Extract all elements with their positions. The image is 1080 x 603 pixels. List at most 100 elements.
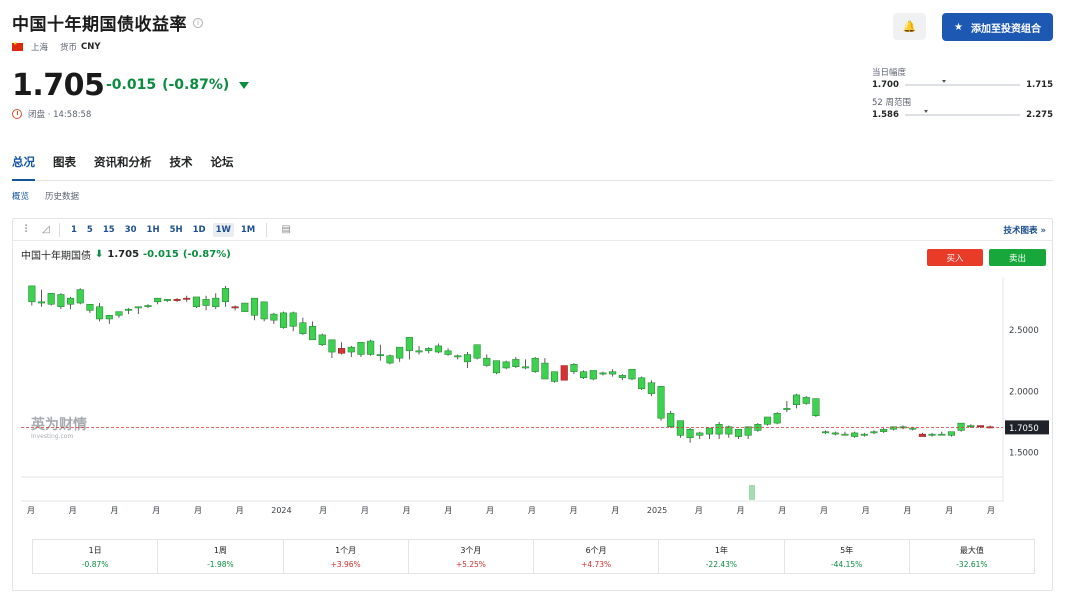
x-tick-label: 月 bbox=[695, 506, 703, 515]
candle-body bbox=[870, 431, 878, 434]
candle-body bbox=[512, 359, 520, 368]
currency-code: CNY bbox=[81, 42, 101, 52]
timeframe-1w[interactable]: 1W bbox=[212, 222, 234, 237]
performance-cell: 3个月 +5.25% bbox=[409, 540, 534, 573]
candle-body bbox=[541, 362, 549, 380]
x-tick-label: 月 bbox=[528, 506, 536, 515]
candle-body bbox=[686, 428, 694, 439]
x-tick-label: 月 bbox=[737, 506, 745, 515]
timeframe-15[interactable]: 15 bbox=[100, 223, 118, 237]
timeframe-1m[interactable]: 1M bbox=[238, 223, 258, 237]
candle-body bbox=[163, 299, 171, 301]
candle-body bbox=[521, 366, 530, 369]
candle-body bbox=[502, 361, 510, 369]
performance-value: -1.98% bbox=[207, 559, 234, 569]
exchange-location: 上海 bbox=[31, 43, 49, 53]
candle-body bbox=[260, 301, 268, 320]
candle-body bbox=[183, 297, 191, 300]
candle-body bbox=[570, 364, 578, 372]
performance-value: -22.43% bbox=[705, 559, 738, 569]
candle-body bbox=[144, 305, 152, 307]
candle-body bbox=[37, 301, 46, 304]
candle-body bbox=[763, 416, 772, 425]
area-chart-icon[interactable]: ◿ bbox=[39, 224, 53, 236]
x-tick-label: 月 bbox=[403, 506, 411, 515]
x-tick-label: 2025 bbox=[647, 506, 667, 515]
x-tick-label: 月 bbox=[778, 506, 786, 515]
day-range-high: 1.715 bbox=[1026, 80, 1053, 90]
sell-button[interactable]: 卖出 bbox=[989, 249, 1046, 266]
candle-body bbox=[947, 431, 955, 436]
tab-technical[interactable]: 技术 bbox=[170, 154, 193, 180]
performance-value: +3.96% bbox=[330, 559, 361, 569]
performance-value: +5.25% bbox=[455, 559, 486, 569]
candle-body bbox=[734, 428, 743, 437]
subtab-historical-data[interactable]: 历史数据 bbox=[45, 190, 79, 202]
candle-body bbox=[212, 297, 220, 307]
candle-body bbox=[831, 432, 839, 435]
candle-body bbox=[773, 413, 781, 424]
candle-body bbox=[357, 342, 365, 355]
candle-body bbox=[551, 371, 559, 382]
tab-news-analysis[interactable]: 资讯和分析 bbox=[94, 154, 152, 180]
day-range-low: 1.700 bbox=[872, 80, 899, 90]
title-row: 中国十年期国债收益率 i bbox=[12, 10, 203, 35]
candlestick-chart[interactable]: 英为财情Investing.com 2.5000 2.0000 1.5000 1.705… bbox=[13, 277, 1052, 517]
legend-change-pct: (-0.87%) bbox=[182, 249, 231, 260]
x-tick-label: 月 bbox=[319, 506, 327, 515]
candle-body bbox=[86, 304, 94, 311]
candle-body bbox=[299, 322, 307, 334]
timeframe-5[interactable]: 5 bbox=[84, 223, 96, 237]
timeframe-1d[interactable]: 1D bbox=[190, 223, 209, 237]
main-tabs: 总况 图表 资讯和分析 技术 论坛 bbox=[12, 154, 1053, 181]
tab-chart[interactable]: 图表 bbox=[53, 154, 76, 180]
add-to-portfolio-button[interactable]: ★ 添加至投资组合 bbox=[942, 13, 1053, 41]
candle-body bbox=[860, 433, 868, 436]
technical-chart-link[interactable]: 技术图表 » bbox=[1004, 224, 1046, 236]
timeframe-list: 1 5 15 30 1H 5H 1D 1W 1M bbox=[66, 222, 260, 237]
candle-body bbox=[328, 339, 336, 353]
timeframe-1[interactable]: 1 bbox=[68, 223, 80, 237]
table-icon[interactable]: ▤ bbox=[279, 224, 293, 236]
candle-body bbox=[880, 428, 888, 432]
sub-tabs: 概览 历史数据 bbox=[12, 190, 79, 202]
alert-button[interactable]: 🔔 bbox=[893, 13, 926, 40]
candle-body bbox=[289, 312, 297, 327]
bell-plus-icon: 🔔 bbox=[902, 20, 917, 33]
candle-body bbox=[560, 365, 568, 381]
x-tick-label: 月 bbox=[152, 506, 160, 515]
performance-cell: 5年 -44.15% bbox=[785, 540, 910, 573]
candle-body bbox=[405, 337, 413, 352]
timeframe-1h[interactable]: 1H bbox=[144, 223, 163, 237]
x-tick-label: 月 bbox=[611, 506, 619, 515]
performance-period: 最大值 bbox=[959, 545, 984, 555]
change-value: -0.015 bbox=[106, 77, 157, 93]
watermark-brand: 英为财情 bbox=[30, 416, 87, 433]
candle-body bbox=[928, 433, 936, 436]
performance-cell: 1日 -0.87% bbox=[33, 540, 159, 573]
subtab-overview[interactable]: 概览 bbox=[12, 190, 29, 202]
day-range-marker bbox=[941, 80, 946, 83]
candle-body bbox=[105, 315, 113, 320]
candle-body bbox=[125, 308, 133, 311]
candle-body bbox=[589, 370, 597, 380]
info-icon[interactable]: i bbox=[193, 17, 203, 28]
tab-forum[interactable]: 论坛 bbox=[211, 154, 234, 180]
candle-body bbox=[938, 433, 946, 436]
timeframe-5h[interactable]: 5H bbox=[167, 223, 186, 237]
legend-change: -0.015 bbox=[143, 249, 179, 260]
candle-body bbox=[599, 372, 607, 375]
candlestick-icon[interactable]: ⫶ bbox=[19, 224, 33, 236]
change-percent: (-0.87%) bbox=[162, 77, 230, 93]
timeframe-30[interactable]: 30 bbox=[122, 223, 140, 237]
candle-body bbox=[67, 297, 75, 305]
candle-body bbox=[909, 427, 917, 430]
candle-body bbox=[715, 424, 723, 435]
buy-button[interactable]: 买入 bbox=[927, 249, 983, 266]
x-tick-label: 月 bbox=[69, 506, 77, 515]
candle-body bbox=[618, 375, 626, 379]
candle-body bbox=[57, 294, 65, 307]
day-range-track bbox=[904, 80, 1021, 86]
currency-label: 货币 bbox=[60, 43, 78, 53]
tab-overview[interactable]: 总况 bbox=[12, 154, 35, 181]
